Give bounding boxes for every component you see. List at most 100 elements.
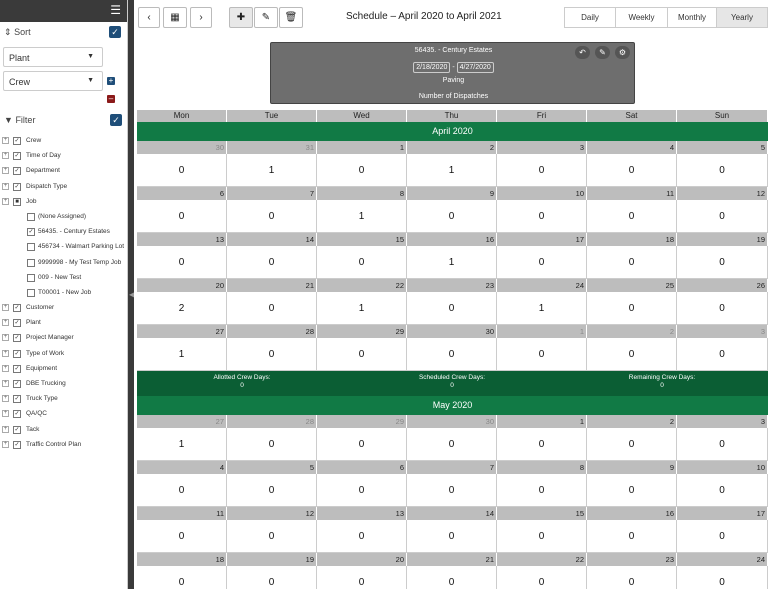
filter-tree-item[interactable]: + ✓ Time of Day <box>0 148 127 163</box>
filter-checkbox[interactable] <box>27 273 35 282</box>
view-daily-button[interactable]: Daily <box>564 7 616 28</box>
day-cell-value[interactable]: 0 <box>407 338 497 371</box>
remove-group-button[interactable]: – <box>107 95 115 103</box>
filter-checkbox[interactable] <box>27 288 35 297</box>
expand-icon[interactable]: + <box>2 349 9 357</box>
expand-icon[interactable]: + <box>2 319 9 327</box>
day-cell-value[interactable]: 0 <box>497 520 587 553</box>
day-cell-value[interactable]: 0 <box>227 566 317 589</box>
filter-tree-item[interactable]: +9999998 - My Test Temp Job <box>0 255 127 270</box>
expand-icon[interactable]: + <box>2 197 9 205</box>
filter-checkbox[interactable]: ✓ <box>13 304 21 313</box>
day-cell-value[interactable]: 0 <box>677 474 768 507</box>
expand-icon[interactable]: + <box>2 334 9 342</box>
view-monthly-button[interactable]: Monthly <box>667 7 717 28</box>
day-cell-value[interactable]: 1 <box>317 200 407 233</box>
filter-tree-item[interactable]: + ✓ Crew <box>0 133 127 148</box>
filter-checkbox[interactable]: ✓ <box>13 167 21 176</box>
expand-icon[interactable]: + <box>2 167 9 175</box>
filter-tree-item[interactable]: + ✓ Tack <box>0 422 127 437</box>
filter-tree-item[interactable]: + ✓ Traffic Control Plan <box>0 437 127 452</box>
day-cell-value[interactable]: 0 <box>497 246 587 279</box>
expand-icon[interactable]: + <box>2 364 9 372</box>
day-cell-value[interactable]: 0 <box>407 520 497 553</box>
day-cell-value[interactable]: 0 <box>317 338 407 371</box>
day-cell-value[interactable]: 1 <box>407 154 497 187</box>
expand-icon[interactable]: + <box>2 380 9 387</box>
filter-checkbox[interactable]: ✓ <box>13 334 21 343</box>
filter-checkbox[interactable]: ✓ <box>13 319 21 328</box>
expand-icon[interactable]: + <box>2 304 9 312</box>
day-cell-value[interactable]: 1 <box>137 338 227 371</box>
filter-tree-item[interactable]: + ✓ DBE Trucking <box>0 376 127 391</box>
filter-checkbox[interactable] <box>27 212 35 221</box>
expand-icon[interactable]: + <box>2 152 9 160</box>
day-cell-value[interactable]: 0 <box>497 200 587 233</box>
filter-tree-item[interactable]: + ✓ Department <box>0 163 127 178</box>
expand-icon[interactable]: + <box>2 425 9 433</box>
filter-checkbox[interactable]: ✓ <box>13 425 21 434</box>
day-cell-value[interactable]: 0 <box>497 154 587 187</box>
filter-tree-item[interactable]: + ✓ Customer <box>0 300 127 315</box>
day-cell-value[interactable]: 1 <box>137 428 227 461</box>
filter-tree-item[interactable]: +456734 - Walmart Parking Lot <box>0 239 127 254</box>
day-cell-value[interactable]: 0 <box>587 292 677 325</box>
expand-icon[interactable]: + <box>2 182 9 190</box>
day-cell-value[interactable]: 0 <box>497 428 587 461</box>
day-cell-value[interactable]: 0 <box>317 566 407 589</box>
sort-toggle-checkbox[interactable]: ✓ <box>109 26 121 38</box>
day-cell-value[interactable]: 0 <box>137 200 227 233</box>
day-cell-value[interactable]: 0 <box>227 428 317 461</box>
filter-checkbox[interactable]: ✓ <box>13 440 21 449</box>
filter-tree-item[interactable]: + ✓ Dispatch Type <box>0 179 127 194</box>
day-cell-value[interactable]: 0 <box>137 566 227 589</box>
view-yearly-button[interactable]: Yearly <box>716 7 768 28</box>
day-cell-value[interactable]: 0 <box>137 520 227 553</box>
next-button[interactable]: › <box>190 7 212 28</box>
day-cell-value[interactable]: 0 <box>407 474 497 507</box>
filter-checkbox[interactable]: ✓ <box>13 364 21 373</box>
filter-checkbox[interactable]: ✓ <box>13 395 21 404</box>
day-cell-value[interactable]: 0 <box>137 154 227 187</box>
day-cell-value[interactable]: 0 <box>407 566 497 589</box>
day-cell-value[interactable]: 0 <box>587 338 677 371</box>
day-cell-value[interactable]: 2 <box>137 292 227 325</box>
day-cell-value[interactable]: 0 <box>317 474 407 507</box>
day-cell-value[interactable]: 0 <box>227 338 317 371</box>
day-cell-value[interactable]: 0 <box>407 200 497 233</box>
day-cell-value[interactable]: 0 <box>587 428 677 461</box>
menu-icon[interactable]: ☰ <box>110 4 121 16</box>
day-cell-value[interactable]: 0 <box>497 474 587 507</box>
filter-checkbox[interactable]: ✓ <box>13 182 21 191</box>
day-cell-value[interactable]: 0 <box>407 428 497 461</box>
expand-icon[interactable]: + <box>2 395 9 403</box>
filter-tree-item[interactable]: +T00001 - New Job <box>0 285 127 300</box>
day-cell-value[interactable]: 0 <box>587 520 677 553</box>
filter-tree-item[interactable]: +✓56435. - Century Estates <box>0 224 127 239</box>
filter-checkbox[interactable]: ✓ <box>27 228 35 237</box>
day-cell-value[interactable]: 0 <box>317 154 407 187</box>
day-cell-value[interactable]: 1 <box>317 292 407 325</box>
filter-tree-item[interactable]: + ✓ Project Manager <box>0 330 127 345</box>
day-cell-value[interactable]: 0 <box>317 520 407 553</box>
group-field-select[interactable]: Crew ▼ <box>3 71 103 91</box>
day-cell-value[interactable]: 0 <box>317 246 407 279</box>
prev-button[interactable]: ‹ <box>138 7 160 28</box>
day-cell-value[interactable]: 1 <box>407 246 497 279</box>
calendar-button[interactable]: ▦ <box>163 7 187 28</box>
undo-icon[interactable]: ↶ <box>575 46 590 59</box>
day-cell-value[interactable]: 0 <box>677 338 768 371</box>
day-cell-value[interactable]: 0 <box>677 246 768 279</box>
filter-tree-item[interactable]: + ■ Job <box>0 194 127 209</box>
expand-icon[interactable]: + <box>2 410 9 418</box>
day-cell-value[interactable]: 0 <box>227 520 317 553</box>
day-cell-value[interactable]: 0 <box>587 154 677 187</box>
day-cell-value[interactable]: 0 <box>677 428 768 461</box>
filter-checkbox[interactable]: ✓ <box>13 410 21 419</box>
filter-checkbox[interactable]: ✓ <box>13 137 21 145</box>
add-group-button[interactable]: + <box>107 77 115 85</box>
filter-checkbox[interactable]: ✓ <box>13 349 21 358</box>
delete-button[interactable]: 🗑 <box>279 7 303 28</box>
filter-tree-item[interactable]: +(None Assigned) <box>0 209 127 224</box>
day-cell-value[interactable]: 0 <box>587 566 677 589</box>
